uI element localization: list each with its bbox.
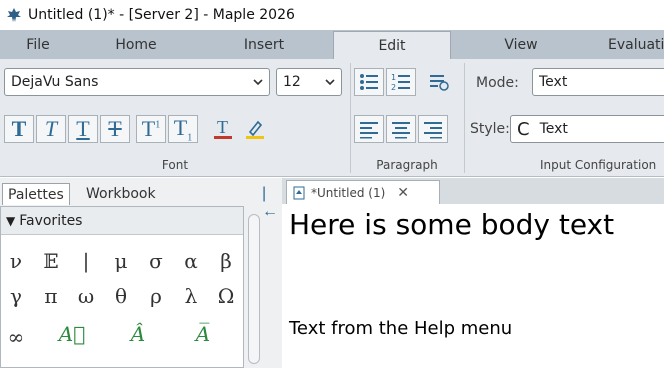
highlight-icon (246, 120, 264, 139)
title-bar: Untitled (1)* - [Server 2] - Maple 2026 (0, 0, 664, 30)
input-configuration-group-label: Input Configuration (540, 158, 657, 172)
bullet-list-button[interactable] (354, 68, 384, 96)
text-color-icon: T (214, 118, 232, 139)
palette-symbol[interactable]: A̅ (186, 319, 220, 349)
ribbon: DejaVu Sans 12 T T T T T1 T1 T Font 12 P… (0, 59, 664, 177)
palette-symbol[interactable]: γ (0, 281, 33, 311)
paragraph-group-label: Paragraph (376, 158, 438, 172)
palette-symbol[interactable]: | (69, 246, 103, 276)
numbered-list-button[interactable]: 12 (386, 68, 416, 96)
ribbon-tab-bar: File Home Insert Edit View Evaluati (0, 30, 664, 59)
text-color-button[interactable]: T (208, 115, 238, 143)
style-prefix: C (517, 118, 530, 140)
tab-edit[interactable]: Edit (333, 31, 451, 59)
paragraph-format-icon (430, 75, 449, 91)
style-select[interactable]: C Text (510, 115, 664, 143)
palette-symbol[interactable]: A⃗ (55, 319, 89, 349)
tab-evaluation[interactable]: Evaluati (608, 30, 664, 59)
superscript-icon: T1 (141, 116, 161, 141)
svg-text:2: 2 (391, 83, 396, 92)
bullet-list-icon (360, 74, 378, 90)
palette-symbol[interactable]: ∞ (0, 322, 33, 352)
palette-symbol[interactable]: ω (69, 281, 103, 311)
palette-symbol[interactable]: λ (174, 281, 208, 311)
tab-palettes[interactable]: Palettes (2, 183, 70, 205)
font-group-label: Font (161, 158, 189, 172)
italic-button[interactable]: T (36, 115, 66, 143)
tab-home[interactable]: Home (96, 30, 176, 59)
underline-icon: T (76, 116, 90, 141)
palette-symbol[interactable]: μ (104, 246, 138, 276)
align-center-icon (392, 122, 410, 139)
paragraph-format-button[interactable] (424, 68, 454, 96)
collapse-panel-icon[interactable]: |← (262, 185, 282, 221)
palette-symbol[interactable]: α (174, 246, 208, 276)
align-right-button[interactable] (418, 115, 448, 143)
collapse-triangle-icon: ▼ (6, 213, 16, 228)
align-right-icon (424, 122, 442, 139)
underline-button[interactable]: T (68, 115, 98, 143)
group-divider (464, 63, 465, 173)
highlight-button[interactable] (240, 115, 270, 143)
palette-symbol[interactable]: ν (0, 246, 33, 276)
align-left-button[interactable] (354, 115, 384, 143)
tab-file[interactable]: File (0, 30, 76, 59)
palette-symbol[interactable]: ρ (139, 281, 173, 311)
favorites-palette: ▼ Favorites ν 𝔼 | μ σ α β γ π ω θ ρ λ Ω … (0, 206, 244, 368)
palette-symbol[interactable]: σ (139, 246, 173, 276)
svg-text:1: 1 (391, 73, 396, 82)
palette-scrollbar[interactable] (248, 214, 260, 364)
worksheet-icon (293, 186, 305, 199)
style-value: Text (539, 121, 568, 137)
mode-value: Text (539, 74, 568, 90)
font-family-select[interactable]: DejaVu Sans (4, 68, 270, 96)
tab-insert[interactable]: Insert (226, 30, 302, 59)
strikethrough-icon: T (108, 116, 122, 141)
chevron-down-icon (325, 79, 335, 86)
palette-symbol[interactable]: Â (121, 319, 155, 349)
tab-view[interactable]: View (486, 30, 556, 59)
maple-leaf-icon (7, 8, 21, 22)
align-left-icon (360, 122, 378, 139)
document-tab-label: *Untitled (1) (311, 185, 386, 200)
subscript-button[interactable]: T1 (168, 115, 198, 143)
document-heading[interactable]: Here is some body text (289, 208, 614, 241)
font-size-select[interactable]: 12 (276, 68, 342, 96)
favorites-header[interactable]: ▼ Favorites (1, 207, 243, 235)
favorites-title: Favorites (19, 212, 83, 229)
close-icon[interactable]: ✕ (397, 185, 409, 201)
palettes-panel: Palettes Workbook |← ▼ Favorites ν 𝔼 | μ… (0, 178, 282, 368)
subscript-icon: T1 (173, 114, 193, 144)
italic-icon: T (44, 116, 58, 141)
palette-symbol[interactable]: θ (104, 281, 138, 311)
document-tab[interactable]: *Untitled (1) ✕ (286, 180, 440, 204)
style-label: Style: (470, 121, 510, 137)
strikethrough-button[interactable]: T (100, 115, 130, 143)
window-title: Untitled (1)* - [Server 2] - Maple 2026 (28, 7, 295, 23)
bold-button[interactable]: T (4, 115, 34, 143)
superscript-button[interactable]: T1 (136, 115, 166, 143)
tab-workbook[interactable]: Workbook (81, 183, 161, 205)
font-family-value: DejaVu Sans (11, 74, 99, 90)
align-center-button[interactable] (386, 115, 416, 143)
font-size-value: 12 (283, 74, 301, 90)
chevron-down-icon (253, 79, 263, 86)
palette-symbol[interactable]: Ω (209, 281, 243, 311)
palette-symbol[interactable]: β (209, 246, 243, 276)
document-tab-bar: *Untitled (1) ✕ (282, 178, 664, 204)
mode-label: Mode: (476, 75, 519, 91)
mode-select[interactable]: Text (532, 68, 664, 96)
group-divider (350, 63, 351, 173)
document-paragraph[interactable]: Text from the Help menu (289, 318, 512, 339)
document-area[interactable]: Here is some body text Text from the Hel… (282, 204, 664, 368)
palette-symbol[interactable]: π (34, 281, 68, 311)
palette-symbol[interactable]: 𝔼 (34, 246, 68, 276)
numbered-list-icon: 12 (391, 73, 410, 92)
bold-icon: T (11, 116, 27, 141)
svg-text:T: T (217, 118, 228, 137)
